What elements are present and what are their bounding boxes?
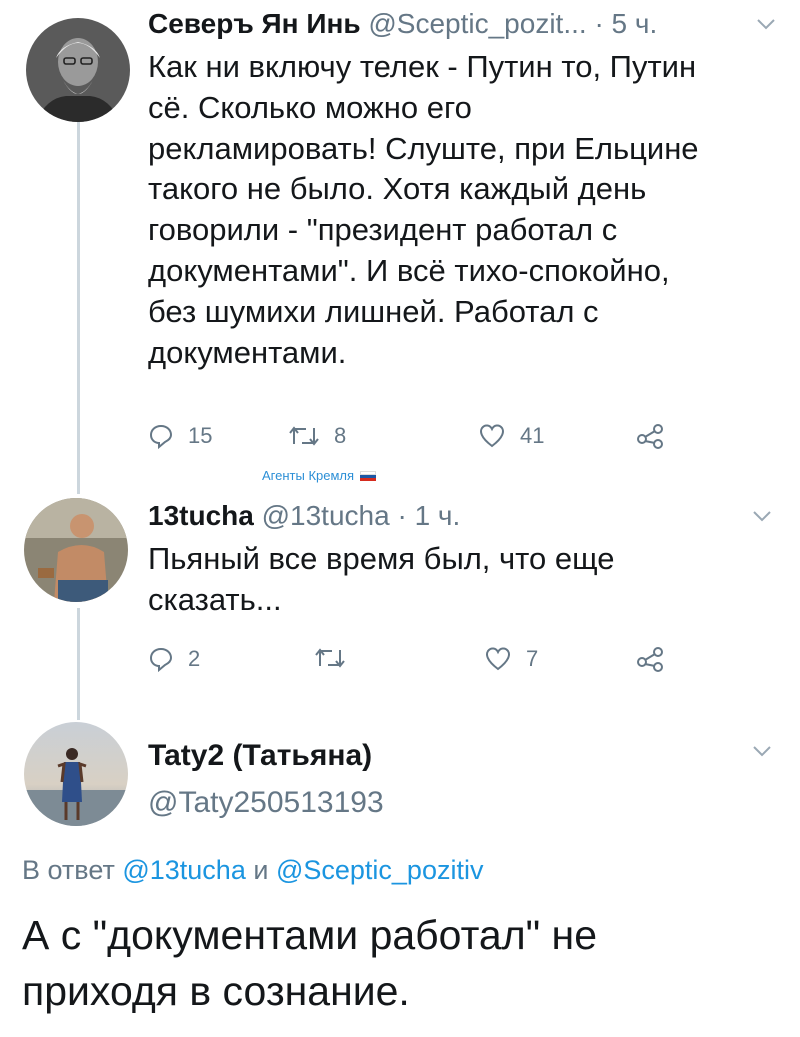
like-count: 7 [526, 646, 539, 671]
tweet-actions: 15 8 41 [148, 423, 688, 453]
avatar[interactable] [24, 498, 128, 602]
display-name[interactable]: Taty2 (Татьяна) [148, 738, 372, 774]
share-button[interactable] [636, 646, 666, 672]
retweet-icon [315, 648, 345, 668]
chevron-down-icon[interactable] [752, 745, 772, 757]
like-button[interactable]: 7 [484, 646, 538, 672]
timestamp[interactable]: · 1 ч. [397, 500, 460, 531]
avatar[interactable] [24, 722, 128, 826]
text-line: сё. Сколько можно его [148, 89, 472, 125]
like-count: 41 [520, 423, 545, 448]
reply-and: и [253, 855, 269, 885]
like-icon [486, 647, 510, 671]
chevron-down-icon[interactable] [752, 510, 772, 522]
text-line: рекламировать! Слуште, при Ельцине [148, 130, 699, 166]
chevron-down-icon[interactable] [756, 18, 776, 30]
tweet-actions: 2 7 [148, 646, 688, 676]
mention-link[interactable]: @13tucha [122, 855, 246, 885]
thread-line [77, 608, 80, 720]
tweet-text: Пьяный все время был, что еще сказать... [148, 539, 615, 621]
text-line: такого не было. Хотя каждый день [148, 171, 647, 207]
tweet-header: 13tucha @13tucha · 1 ч. [148, 498, 460, 534]
mention-link[interactable]: @Sceptic_pozitiv [276, 855, 484, 885]
reply-button[interactable]: 2 [148, 646, 200, 672]
text-line: сказать... [148, 581, 282, 617]
reply-button[interactable]: 15 [148, 423, 212, 449]
handle[interactable]: @Taty250513193 [148, 785, 384, 821]
watermark: Агенты Кремля [262, 468, 377, 483]
text-line: Пьяный все время был, что еще [148, 541, 615, 576]
tweet-header: Северъ Ян Инь @Sceptic_pozit... · 5 ч. [148, 6, 657, 42]
reply-prefix: В ответ [22, 855, 115, 885]
text-line: говорили - "президент работал с [148, 212, 618, 248]
share-button[interactable] [636, 423, 666, 449]
like-icon [480, 424, 504, 448]
text-line: Как ни включу телек - Путин то, Путин [148, 49, 697, 84]
retweet-icon [289, 426, 319, 446]
share-icon [637, 647, 663, 672]
tweet-text: Как ни включу телек - Путин то, Путин сё… [148, 47, 699, 373]
thread-line [77, 122, 80, 494]
display-name[interactable]: Северъ Ян Инь [148, 8, 361, 39]
retweet-button[interactable] [314, 646, 346, 670]
retweet-count: 8 [334, 423, 347, 448]
text-line: приходя в сознание. [22, 968, 410, 1014]
text-line: документами". И всё тихо-спокойно, [148, 252, 670, 288]
text-line: документами. [148, 334, 347, 370]
timestamp[interactable]: · 5 ч. [594, 8, 657, 39]
russian-flag-icon [360, 470, 377, 481]
reply-icon [149, 424, 173, 449]
tweet-text: А с "документами работал" не приходя в с… [22, 907, 597, 1019]
avatar[interactable] [26, 18, 130, 122]
text-line: без шумихи лишней. Работал с [148, 293, 599, 329]
share-icon [637, 424, 663, 449]
retweet-button[interactable]: 8 [288, 423, 346, 449]
handle[interactable]: @Sceptic_pozit... [368, 8, 586, 39]
text-line: А с "документами работал" не [22, 912, 598, 958]
reply-count: 15 [188, 423, 213, 448]
watermark-text: Агенты Кремля [262, 468, 355, 483]
handle[interactable]: @13tucha [262, 500, 390, 531]
reply-count: 2 [188, 646, 201, 671]
display-name[interactable]: 13tucha [148, 500, 254, 531]
like-button[interactable]: 41 [478, 423, 544, 449]
reply-context: В ответ @13tucha и @Sceptic_pozitiv [22, 855, 483, 886]
reply-icon [149, 647, 173, 672]
